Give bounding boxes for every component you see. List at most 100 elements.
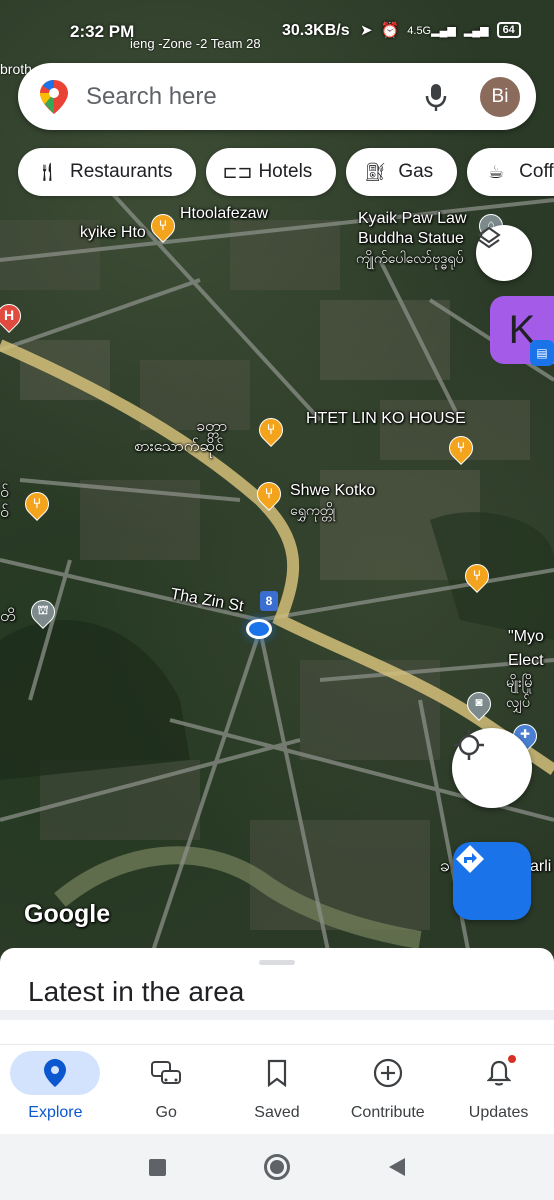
layers-button[interactable] [476, 225, 532, 281]
chip-label: Restaurants [70, 161, 173, 182]
hospital-poi[interactable]: H [0, 299, 26, 336]
status-network-speed: 30.3KB/s [282, 22, 350, 39]
temple-poi[interactable]: ⛫ [26, 595, 60, 632]
my-location-button[interactable] [452, 728, 532, 808]
network-type: 4.5G [407, 24, 432, 37]
google-watermark: Google [24, 900, 111, 928]
map-partial-label: ဝ် [0, 484, 9, 501]
location-arrow-icon: ➤ [360, 22, 373, 39]
sheet-divider [0, 1010, 554, 1020]
nav-updates[interactable]: Updates [444, 1045, 554, 1122]
fork-knife-icon: 🍴︎ [35, 161, 59, 182]
explore-bottom-sheet[interactable]: Latest in the area [0, 948, 554, 1044]
restaurant-pin-icon: ⑂ [254, 413, 288, 450]
sheet-drag-handle[interactable] [259, 960, 295, 965]
map-label-buddha-statue-2: Buddha Statue [358, 230, 464, 247]
alarm-icon: ⏰ [380, 22, 400, 39]
map-partial-label: လျှပ် [506, 694, 530, 710]
nav-label: Contribute [350, 1104, 425, 1121]
bottom-navigation: Explore Go Saved Contribute Updates [0, 1044, 554, 1134]
restaurant-pin-icon: ⑂ [20, 487, 54, 524]
home-circle-icon[interactable] [264, 1154, 291, 1180]
search-input[interactable]: Search here [86, 83, 424, 111]
microphone-icon[interactable] [424, 82, 448, 112]
nav-label: Explore [28, 1104, 83, 1121]
chip-coffee[interactable]: ☕︎ Coffee [467, 148, 554, 196]
restaurant-poi-left[interactable]: ⑂ [20, 487, 54, 524]
chip-label: Coffee [519, 161, 554, 182]
directions-button[interactable] [453, 842, 531, 920]
restaurant-pin-icon: ⑂ [146, 209, 180, 246]
nav-saved[interactable]: Saved [222, 1045, 332, 1122]
nav-go[interactable]: Go [111, 1045, 221, 1122]
account-avatar[interactable]: Bi [480, 76, 520, 117]
map-label-buddha-statue-my: ကျိုက်ပေါလော်ဗုဒ္ဓရုပ် [356, 250, 464, 266]
map-label-htoolafezaw: Htoolafezaw [180, 205, 269, 222]
search-bar[interactable]: Search here Bi [18, 63, 536, 130]
map-partial-label: Elect [508, 652, 544, 669]
map-partial-label: arli [530, 858, 552, 875]
system-navigation-bar [0, 1134, 554, 1200]
nav-label: Updates [468, 1104, 529, 1121]
map-label-kyike-hto: kyike Hto [80, 224, 146, 241]
layers-icon [477, 226, 501, 249]
google-maps-logo-icon [40, 79, 68, 114]
chip-label: Gas [398, 161, 434, 182]
directions-arrow-icon [456, 845, 484, 873]
signal-icon-2: ▂▄▆ [463, 24, 489, 37]
nav-explore[interactable]: Explore [0, 1045, 110, 1122]
category-chips: 🍴︎ Restaurants ⊏⊐ Hotels ⛽︎ Gas ☕︎ Coffe… [18, 148, 554, 196]
nav-label: Saved [254, 1104, 300, 1121]
hospital-pin-icon: H [0, 299, 26, 336]
restaurant-poi-east[interactable]: ⑂ [460, 559, 494, 596]
sheet-title: Latest in the area [28, 976, 245, 1007]
shopping-bag-pin-icon: ◙ [462, 687, 496, 724]
back-triangle-icon[interactable] [388, 1158, 405, 1176]
map-partial-label: မျိုးမြို [506, 674, 533, 690]
map-partial-label: ieng -Zone -2 Team 28 [130, 36, 261, 51]
signal-icon: 4.5G▂▄▆ [407, 24, 456, 37]
restaurant-poi-right[interactable]: ⑂ [444, 431, 478, 468]
message-icon: ▤ [530, 340, 554, 366]
status-bar: 2:32 PM 30.3KB/s ➤ ⏰ 4.5G▂▄▆ ▂▄▆ 64 [0, 0, 554, 64]
map-partial-label: တိ [0, 608, 16, 625]
recents-square-icon[interactable] [149, 1158, 167, 1176]
temple-pin-icon: ⛫ [26, 595, 60, 632]
bookmark-icon [232, 1051, 322, 1095]
shopping-poi[interactable]: ◙ [462, 687, 496, 724]
map-label-buddha-statue: Kyaik Paw Law [358, 210, 467, 227]
notification-badge [507, 1055, 516, 1063]
location-pin-icon [10, 1051, 101, 1095]
chip-label: Hotels [258, 161, 313, 182]
map-label-shwe-kotko: Shwe Kotko [290, 482, 376, 499]
map-label-shwe-kotko-my: ရွှေကုတ္တို [290, 502, 336, 518]
map-label-khatta: ခတ္တာ [196, 418, 228, 435]
crosshair-icon [454, 730, 484, 760]
restaurant-pin-icon: ⑂ [252, 477, 286, 514]
restaurant-poi-khatta[interactable]: ⑂ [254, 413, 288, 450]
battery-icon: 64 [496, 22, 521, 38]
chip-hotels[interactable]: ⊏⊐ Hotels [206, 148, 337, 196]
chip-restaurants[interactable]: 🍴︎ Restaurants [18, 148, 197, 196]
map-label-htet-lin-ko: HTET LIN KO HOUSE [306, 410, 466, 427]
coffee-icon: ☕︎ [488, 161, 505, 182]
car-transit-icon [121, 1051, 211, 1095]
restaurant-pin-icon: ⑂ [444, 431, 478, 468]
plus-circle-icon [343, 1051, 433, 1095]
restaurant-pin-icon: ⑂ [460, 559, 494, 596]
gas-pump-icon: ⛽︎ [363, 161, 387, 182]
current-location-dot [246, 619, 272, 639]
map-view[interactable]: 2:32 PM 30.3KB/s ➤ ⏰ 4.5G▂▄▆ ▂▄▆ 64 ieng… [0, 0, 554, 960]
chip-gas[interactable]: ⛽︎ Gas [346, 148, 458, 196]
nav-contribute[interactable]: Contribute [333, 1045, 443, 1122]
restaurant-poi-shwe-kotko[interactable]: ⑂ [252, 477, 286, 514]
route-shield: 8 [260, 591, 278, 611]
map-partial-label: ဝ် [0, 504, 9, 521]
map-label-restaurant-my: စားသောက်ဆိုင် [134, 438, 224, 455]
map-partial-label: "Myo [508, 628, 544, 645]
status-icons: ➤ ⏰ 4.5G▂▄▆ ▂▄▆ 64 [360, 21, 521, 39]
bed-icon: ⊏⊐ [222, 161, 253, 182]
status-time: 2:32 PM [70, 22, 135, 41]
restaurant-poi-kyike-hto[interactable]: ⑂ [146, 209, 180, 246]
bell-icon [454, 1051, 544, 1095]
